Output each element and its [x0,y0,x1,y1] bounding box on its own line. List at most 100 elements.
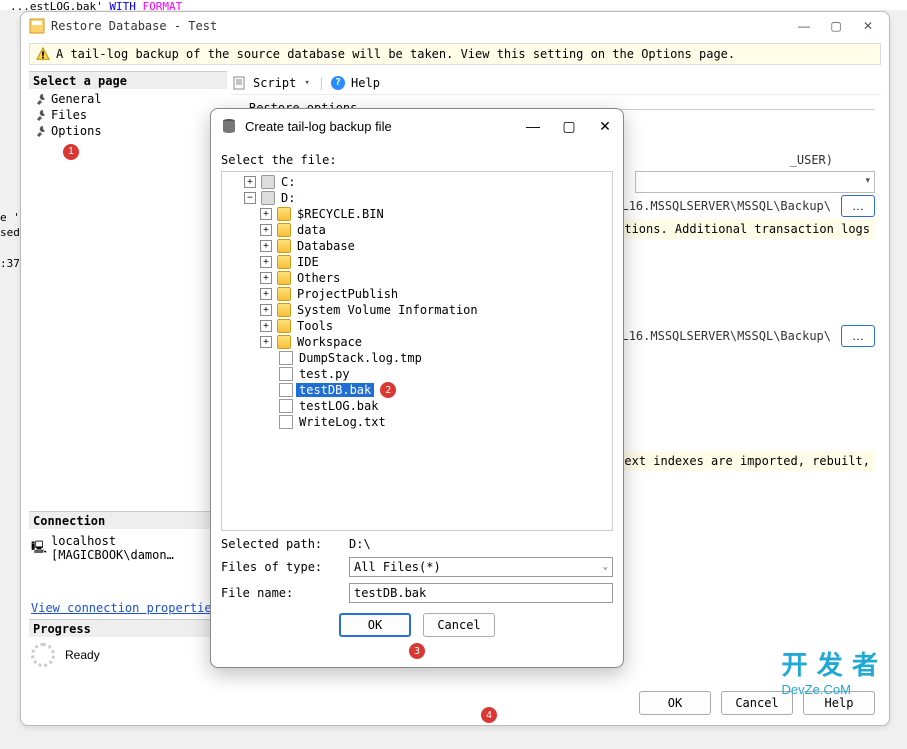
expand-icon[interactable]: + [260,320,272,332]
file-icon [279,367,293,381]
folder-icon [277,287,291,301]
tree-node-label: D: [278,191,298,205]
tree-spacer [260,368,274,380]
tree-node-label: testLOG.bak [296,399,381,413]
tree-node-label: Workspace [294,335,365,349]
files-of-type-select[interactable]: All Files(*) ⌄ [349,557,613,577]
expand-icon[interactable]: + [260,304,272,316]
wrench-icon [35,93,47,105]
folder-icon [277,207,291,221]
tree-node[interactable]: + Database [222,238,612,254]
expand-icon[interactable]: + [260,208,272,220]
tree-node[interactable]: test.py [222,366,612,382]
maximize-button[interactable]: ▢ [829,19,843,33]
script-dropdown[interactable]: ▾ [302,78,311,88]
close-button[interactable]: ✕ [597,118,613,134]
wrench-icon [35,109,47,121]
tree-node[interactable]: WriteLog.txt [222,414,612,430]
tree-node-label: DumpStack.log.tmp [296,351,425,365]
titlebar: Restore Database - Test — ▢ ✕ [21,12,889,40]
view-connection-properties-link[interactable]: View connection properties [31,601,219,615]
file-name-input[interactable] [349,583,613,603]
expand-icon[interactable]: + [244,176,256,188]
tree-node[interactable]: + C: [222,174,612,190]
tree-node-label: C: [278,175,298,189]
selected-path-label: Selected path: [221,537,341,551]
file-name-label: File name: [221,586,341,600]
page-label: General [51,92,102,106]
progress-spinner-icon [31,643,55,667]
folder-icon [277,223,291,237]
annotation-badge-2: 2 [380,382,396,398]
page-item-options[interactable]: Options [35,123,227,139]
maximize-button[interactable]: ▢ [561,118,577,134]
tree-node-label: Database [294,239,358,253]
dialog-title: Create tail-log backup file [245,119,525,134]
page-item-general[interactable]: General [35,91,227,107]
bg-dropdown[interactable]: ▾ [635,171,875,193]
page-item-files[interactable]: Files [35,107,227,123]
ok-button[interactable]: OK [339,613,411,637]
collapse-icon[interactable]: − [244,192,256,204]
cancel-button[interactable]: Cancel [423,613,495,637]
tree-node[interactable]: +IDE [222,254,612,270]
ok-button[interactable]: OK [639,691,711,715]
drive-icon [261,191,275,205]
expand-icon[interactable]: + [260,272,272,284]
tree-node[interactable]: +System Volume Information [222,302,612,318]
server-icon: 🖳 [31,538,47,559]
minimize-button[interactable]: — [525,118,541,134]
tree-node[interactable]: +Tools [222,318,612,334]
tree-node[interactable]: − D: [222,190,612,206]
page-label: Options [51,124,102,138]
select-page-header: Select a page [29,71,227,89]
file-icon [279,383,293,397]
file-tree[interactable]: +C:−D:+$RECYCLE.BIN+data+Database+IDE+Ot… [221,171,613,531]
files-of-type-label: Files of type: [221,560,341,574]
tree-node-label: Others [294,271,343,285]
bg-text: SQL16.MSSQLSERVER\MSSQL\Backup\ [607,199,831,213]
folder-icon [277,271,291,285]
tree-node[interactable]: + Others [222,270,612,286]
tree-spacer [260,416,274,428]
tree-node-label: testDB.bak [296,383,374,397]
progress-header: Progress [29,619,227,637]
tree-node[interactable]: testLOG.bak [222,398,612,414]
annotation-badge-4: 4 [481,707,497,723]
folder-icon [277,239,291,253]
help-button[interactable]: Help [351,76,380,90]
tree-node[interactable]: +ProjectPublish [222,286,612,302]
expand-icon[interactable]: + [260,224,272,236]
tree-node[interactable]: + $RECYCLE.BIN [222,206,612,222]
help-icon: ? [331,76,345,90]
tree-spacer [260,352,274,364]
browse-button[interactable]: … [841,195,875,217]
create-tail-log-backup-dialog: Create tail-log backup file — ▢ ✕ Select… [210,108,624,668]
script-button[interactable]: Script [253,76,296,90]
file-icon [279,351,293,365]
selected-path-value: D:\ [349,537,613,551]
annotation-badge-3: 3 [409,643,425,659]
page-label: Files [51,108,87,122]
tree-node-label: $RECYCLE.BIN [294,207,387,221]
wrench-icon [35,125,47,137]
browse-button[interactable]: … [841,325,875,347]
expand-icon[interactable]: + [260,256,272,268]
warning-icon [36,47,50,61]
folder-icon [277,319,291,333]
bg-text: _USER) [790,153,833,167]
expand-icon[interactable]: + [260,288,272,300]
close-button[interactable]: ✕ [861,19,875,33]
minimize-button[interactable]: — [797,19,811,33]
tree-node-label: data [294,223,329,237]
tree-node[interactable]: DumpStack.log.tmp [222,350,612,366]
script-icon [233,76,247,90]
warning-banner: A tail-log backup of the source database… [29,43,881,65]
expand-icon[interactable]: + [260,336,272,348]
tree-node[interactable]: testDB.bak 2 [222,382,612,398]
tree-node[interactable]: + data [222,222,612,238]
file-icon [279,415,293,429]
files-of-type-value: All Files(*) [354,560,441,574]
expand-icon[interactable]: + [260,240,272,252]
tree-node[interactable]: + Workspace [222,334,612,350]
